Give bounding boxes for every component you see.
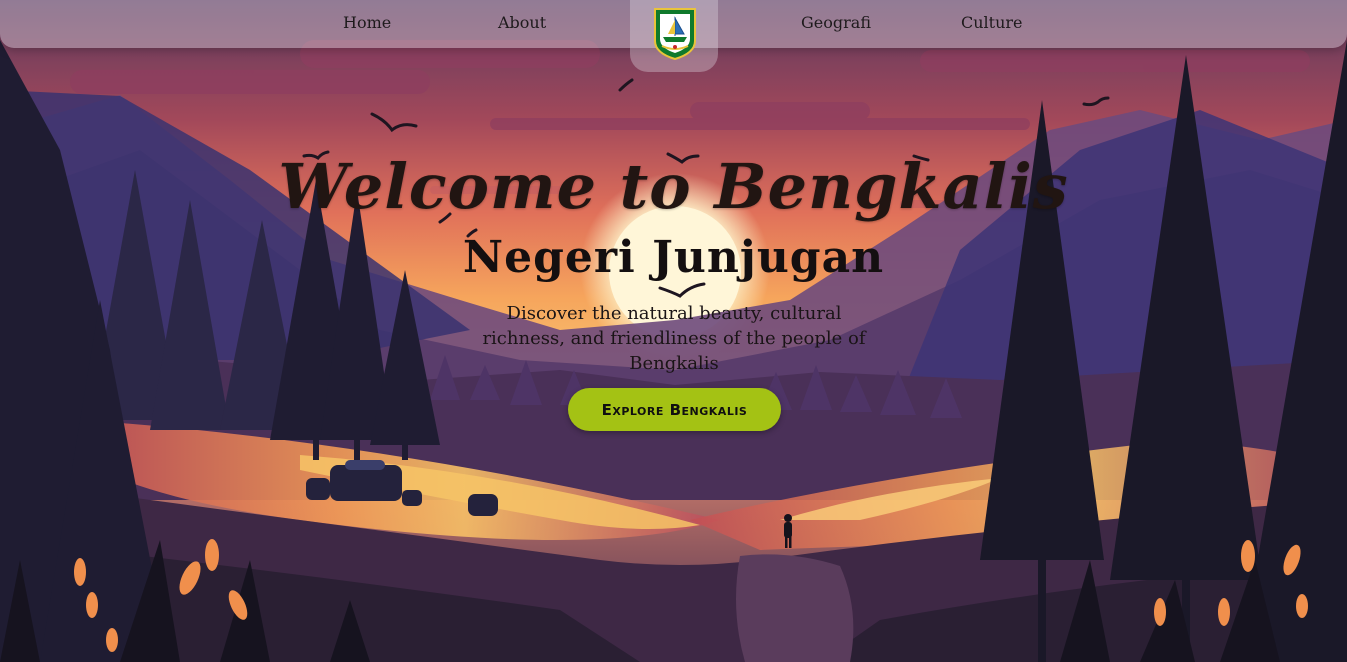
nav-link-culture[interactable]: Culture	[961, 13, 1023, 32]
nav-link-home[interactable]: Home	[343, 13, 391, 32]
nav-link-about[interactable]: About	[498, 13, 546, 32]
bengkalis-emblem-icon	[654, 8, 696, 61]
hero-description: Discover the natural beauty, cultural ri…	[482, 303, 866, 374]
logo-container[interactable]	[630, 0, 718, 72]
explore-bengkalis-button[interactable]: Explore Bengkalis	[568, 388, 781, 431]
hero-title: Welcome to Bengkalis	[278, 150, 1069, 223]
hero-subtitle: Negeri Junjugan	[462, 232, 885, 283]
nav-link-geografi[interactable]: Geografi	[801, 13, 871, 32]
